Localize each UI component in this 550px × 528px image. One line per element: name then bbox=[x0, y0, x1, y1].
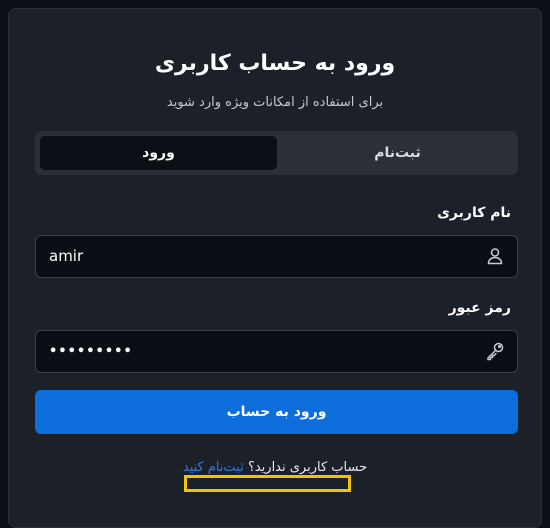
password-field[interactable]: ••••••••• bbox=[35, 330, 518, 373]
password-label: رمز عبور bbox=[448, 300, 511, 316]
signup-prompt-text: حساب کاربری ندارید؟ bbox=[243, 460, 368, 475]
signup-link[interactable]: ثبت‌نام کنید bbox=[183, 460, 244, 475]
auth-tabs: ورود ثبت‌نام bbox=[35, 131, 518, 175]
page-title: ورود به حساب کاربری bbox=[154, 51, 396, 76]
tab-signup[interactable]: ثبت‌نام bbox=[282, 136, 513, 170]
key-icon bbox=[485, 341, 505, 361]
username-label: نام کاربری bbox=[437, 205, 511, 221]
user-icon bbox=[485, 246, 505, 266]
signup-prompt: حساب کاربری ندارید؟ ثبت‌نام کنید bbox=[9, 460, 541, 475]
login-button[interactable]: ورود به حساب bbox=[35, 390, 518, 434]
password-value: ••••••••• bbox=[49, 344, 133, 359]
page-subtitle: برای استفاده از امکانات ویژه وارد شوید bbox=[166, 95, 384, 110]
username-value: amir bbox=[49, 247, 84, 265]
username-field[interactable]: amir bbox=[35, 235, 518, 278]
tab-login[interactable]: ورود bbox=[40, 136, 277, 170]
login-card: ورود به حساب کاربری برای استفاده از امکا… bbox=[8, 8, 542, 528]
highlight-box bbox=[184, 475, 351, 492]
